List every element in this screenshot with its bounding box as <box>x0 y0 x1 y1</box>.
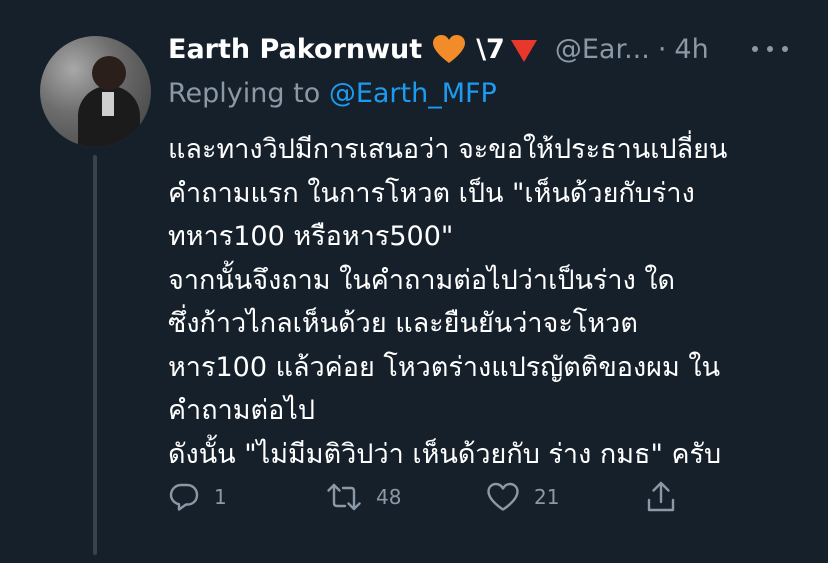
tweet[interactable]: Earth Pakornwut \7 @Ear... · 4h Replying… <box>0 0 828 563</box>
reply-mention-link[interactable]: @Earth_MFP <box>329 78 497 109</box>
more-dot <box>752 46 758 52</box>
retweet-button[interactable]: 48 <box>326 472 401 522</box>
tweet-body-line: ทหาร100 หรือหาร500" <box>168 221 454 252</box>
tweet-body-line: ดังนั้น "ไม่มีมติวิปว่า เห็นด้วยกับ ร่าง… <box>168 438 722 470</box>
share-icon <box>646 480 676 514</box>
avatar-figure-head <box>92 56 126 90</box>
retweet-icon <box>326 481 362 513</box>
display-name[interactable]: Earth Pakornwut <box>168 34 422 65</box>
more-dots-icon[interactable] <box>752 34 788 64</box>
tweet-header: Earth Pakornwut \7 @Ear... · 4h <box>168 30 709 68</box>
reply-icon <box>168 481 200 513</box>
reply-button[interactable]: 1 <box>168 472 227 522</box>
heart-icon <box>486 482 520 512</box>
tweet-body-line: และทางวิปมีการเสนอว่า จะขอให้ประธานเปลี่… <box>168 134 728 165</box>
replying-to: Replying to @Earth_MFP <box>168 78 497 109</box>
more-dot <box>782 46 788 52</box>
tweet-body: และทางวิปมีการเสนอว่า จะขอให้ประธานเปลี่… <box>168 128 808 476</box>
user-handle[interactable]: @Ear... <box>555 34 650 65</box>
like-button[interactable]: 21 <box>486 472 559 522</box>
tweet-body-line: คำถามแรก ในการโหวต เป็น "เห็นด้วยกับร่าง <box>168 177 695 209</box>
tweet-body-line: ซึ่งก้าวไกลเห็นด้วย และยืนยันว่าจะโหวต <box>168 308 638 339</box>
name-suffix: \7 <box>476 33 505 65</box>
more-dot <box>767 46 773 52</box>
avatar-figure-shirt <box>102 92 114 116</box>
tweet-body-line: คำถามต่อไป <box>168 395 315 426</box>
avatar[interactable] <box>40 36 151 147</box>
like-count: 21 <box>534 485 560 509</box>
tweet-body-line: จากนั้นจึงถาม ในคำถามต่อไปว่าเป็นร่าง ใด <box>168 264 676 296</box>
tweet-body-line: หาร100 แล้วค่อย โหวตร่างแปรญัตติของผม ใน <box>168 351 721 383</box>
tweet-actions: 1 48 21 <box>168 472 688 522</box>
timestamp[interactable]: 4h <box>674 34 708 65</box>
red-down-triangle-icon <box>510 40 537 62</box>
orange-heart-icon <box>432 34 466 64</box>
reply-count: 1 <box>214 485 227 509</box>
share-button[interactable] <box>646 472 676 522</box>
thread-line <box>93 155 97 555</box>
separator-dot: · <box>657 33 667 65</box>
replying-to-label: Replying to <box>168 78 321 109</box>
retweet-count: 48 <box>376 485 402 509</box>
